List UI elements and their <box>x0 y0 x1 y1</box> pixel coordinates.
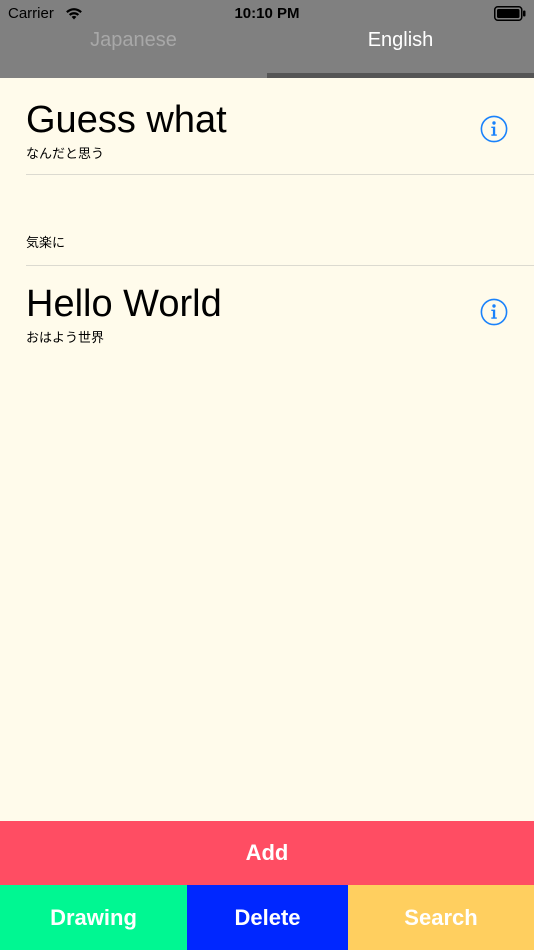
status-bar: Carrier 10:10 PM <box>0 0 534 28</box>
list-item-subtitle: 気楽に <box>26 235 66 250</box>
tab-english[interactable]: English <box>267 26 534 78</box>
top-header: Carrier 10:10 PM Japanese English <box>0 0 534 78</box>
add-button[interactable]: Add <box>0 821 534 885</box>
language-tabs: Japanese English <box>0 26 534 78</box>
battery-icon <box>494 6 526 21</box>
info-icon[interactable] <box>480 298 508 326</box>
drawing-button[interactable]: Drawing <box>0 885 187 950</box>
list-item[interactable]: 気楽に <box>26 175 534 266</box>
list-item-title: Guess what <box>26 99 227 141</box>
search-button[interactable]: Search <box>348 885 534 950</box>
status-time: 10:10 PM <box>234 5 300 22</box>
list-item-subtitle: なんだと思う <box>26 146 105 161</box>
phrase-list: Guess what なんだと思う 気楽に Hello World おはよう世界 <box>0 78 534 352</box>
delete-button[interactable]: Delete <box>187 885 348 950</box>
list-item-title: Hello World <box>26 283 222 325</box>
info-icon[interactable] <box>480 115 508 143</box>
list-item[interactable]: Hello World おはよう世界 <box>26 266 534 352</box>
list-item-subtitle: おはよう世界 <box>26 330 105 345</box>
tab-japanese[interactable]: Japanese <box>0 26 267 78</box>
list-item[interactable]: Guess what なんだと思う <box>26 78 534 175</box>
